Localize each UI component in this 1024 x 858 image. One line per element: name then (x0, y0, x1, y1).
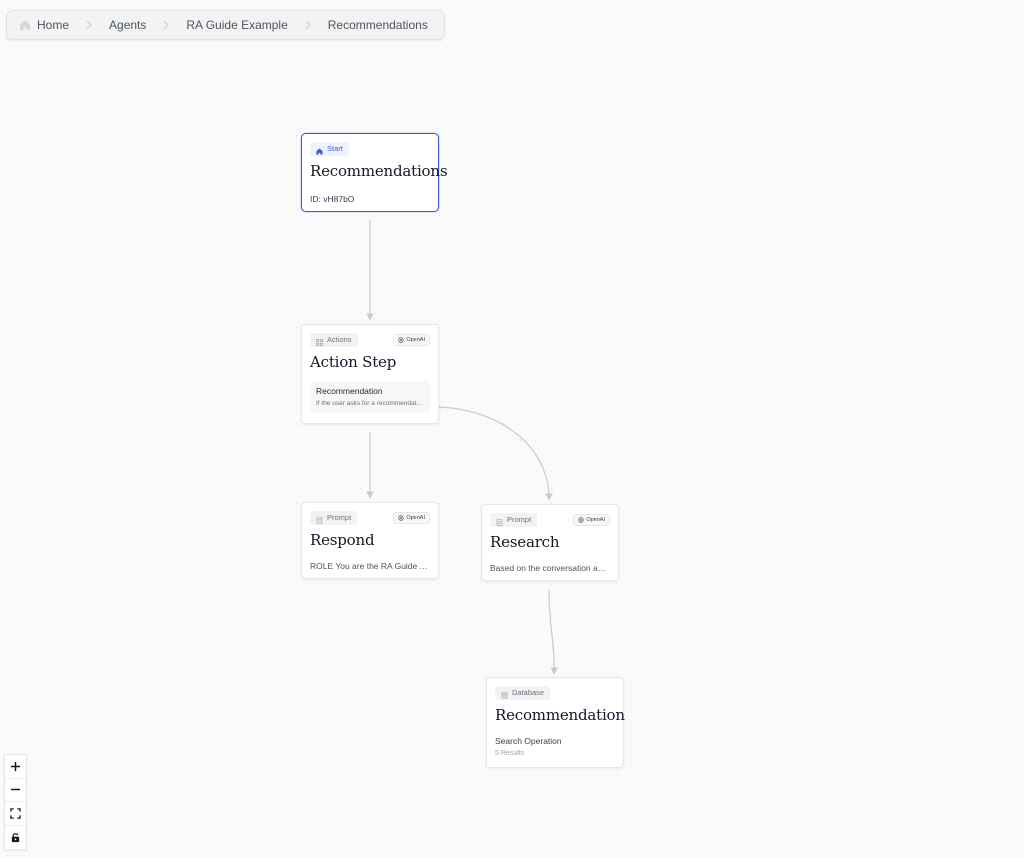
edge-action-to-research (438, 406, 553, 501)
home-icon (19, 19, 31, 31)
openai-icon (398, 515, 404, 521)
breadcrumb-ra-guide[interactable]: RA Guide Example (182, 18, 291, 32)
node-title: Action Step (310, 353, 397, 371)
prompt-tag-label: Prompt (327, 513, 352, 522)
start-tag: Start (310, 142, 349, 156)
database-tag: Database (495, 686, 551, 700)
provider-label: OpenAI (586, 517, 605, 523)
openai-icon (578, 517, 584, 523)
breadcrumb-agents-label: Agents (109, 18, 147, 32)
breadcrumb-home[interactable]: Home (15, 18, 73, 32)
zoom-out-icon (10, 789, 21, 791)
breadcrumb-recommendations-label: Recommendations (327, 18, 428, 32)
node-research[interactable]: Prompt OpenAI Research Based on the conv… (481, 504, 619, 581)
node-preview: Based on the conversation above... (490, 563, 610, 573)
openai-icon (398, 337, 404, 343)
grid-icon (316, 337, 323, 346)
prompt-tag-label: Prompt (507, 515, 532, 524)
lock-icon (11, 833, 20, 842)
node-title: Respond (310, 531, 375, 549)
node-results-count: 5 Results (495, 750, 525, 757)
prompt-tag: Prompt (490, 513, 538, 527)
breadcrumb-recommendations[interactable]: Recommendations (324, 18, 432, 32)
canvas-controls (4, 754, 27, 850)
database-tag-label: Database (512, 688, 545, 697)
breadcrumb-ra-guide-label: RA Guide Example (186, 18, 288, 32)
provider-badge: OpenAI (573, 514, 610, 526)
chevron-right-icon (83, 19, 95, 31)
lock-button[interactable] (5, 826, 26, 850)
node-operation: Search Operation (495, 736, 562, 746)
chevron-right-icon (160, 19, 172, 31)
provider-label: OpenAI (406, 337, 425, 343)
chevron-right-icon (302, 19, 314, 31)
breadcrumb-agents[interactable]: Agents (105, 18, 150, 32)
node-start-recommendations[interactable]: Start Recommendations ID: vH87bO (301, 133, 448, 212)
edge-research-to-database (548, 589, 558, 675)
node-database-recommendation[interactable]: Database Recommendation Search Operation… (486, 677, 625, 768)
zoom-out-button[interactable] (5, 779, 26, 802)
action-item-description: If the user asks for a recommendation... (316, 400, 424, 407)
fit-view-button[interactable] (5, 802, 26, 826)
prompt-tag: Prompt (310, 511, 358, 525)
provider-badge: OpenAI (393, 512, 430, 524)
actions-tag: Actions (310, 333, 358, 347)
breadcrumb: Home Agents RA Guide Example Recommendat… (6, 10, 445, 40)
node-action-step[interactable]: Actions OpenAI Action Step Recommendatio… (301, 324, 439, 424)
node-title: Recommendation (495, 706, 625, 724)
document-icon (496, 517, 503, 526)
home-icon (316, 146, 323, 155)
breadcrumb-home-label: Home (37, 18, 70, 32)
document-icon (316, 515, 323, 524)
node-preview: ROLE You are the RA Guide Agent... (310, 561, 430, 571)
provider-badge: OpenAI (393, 334, 430, 346)
action-item[interactable]: Recommendation If the user asks for a re… (310, 381, 430, 413)
zoom-in-icon (10, 761, 21, 771)
zoom-in-button[interactable] (5, 755, 26, 779)
fit-view-icon (10, 808, 21, 819)
database-icon (501, 690, 508, 698)
actions-tag-label: Actions (327, 335, 352, 344)
node-title: Research (490, 533, 560, 551)
node-respond[interactable]: Prompt OpenAI Respond ROLE You are the R… (301, 502, 439, 579)
provider-label: OpenAI (406, 515, 425, 521)
node-id: ID: vH87bO (310, 194, 355, 204)
action-item-title: Recommendation (316, 386, 383, 396)
node-title: Recommendations (310, 162, 448, 180)
start-tag-label: Start (327, 144, 343, 153)
